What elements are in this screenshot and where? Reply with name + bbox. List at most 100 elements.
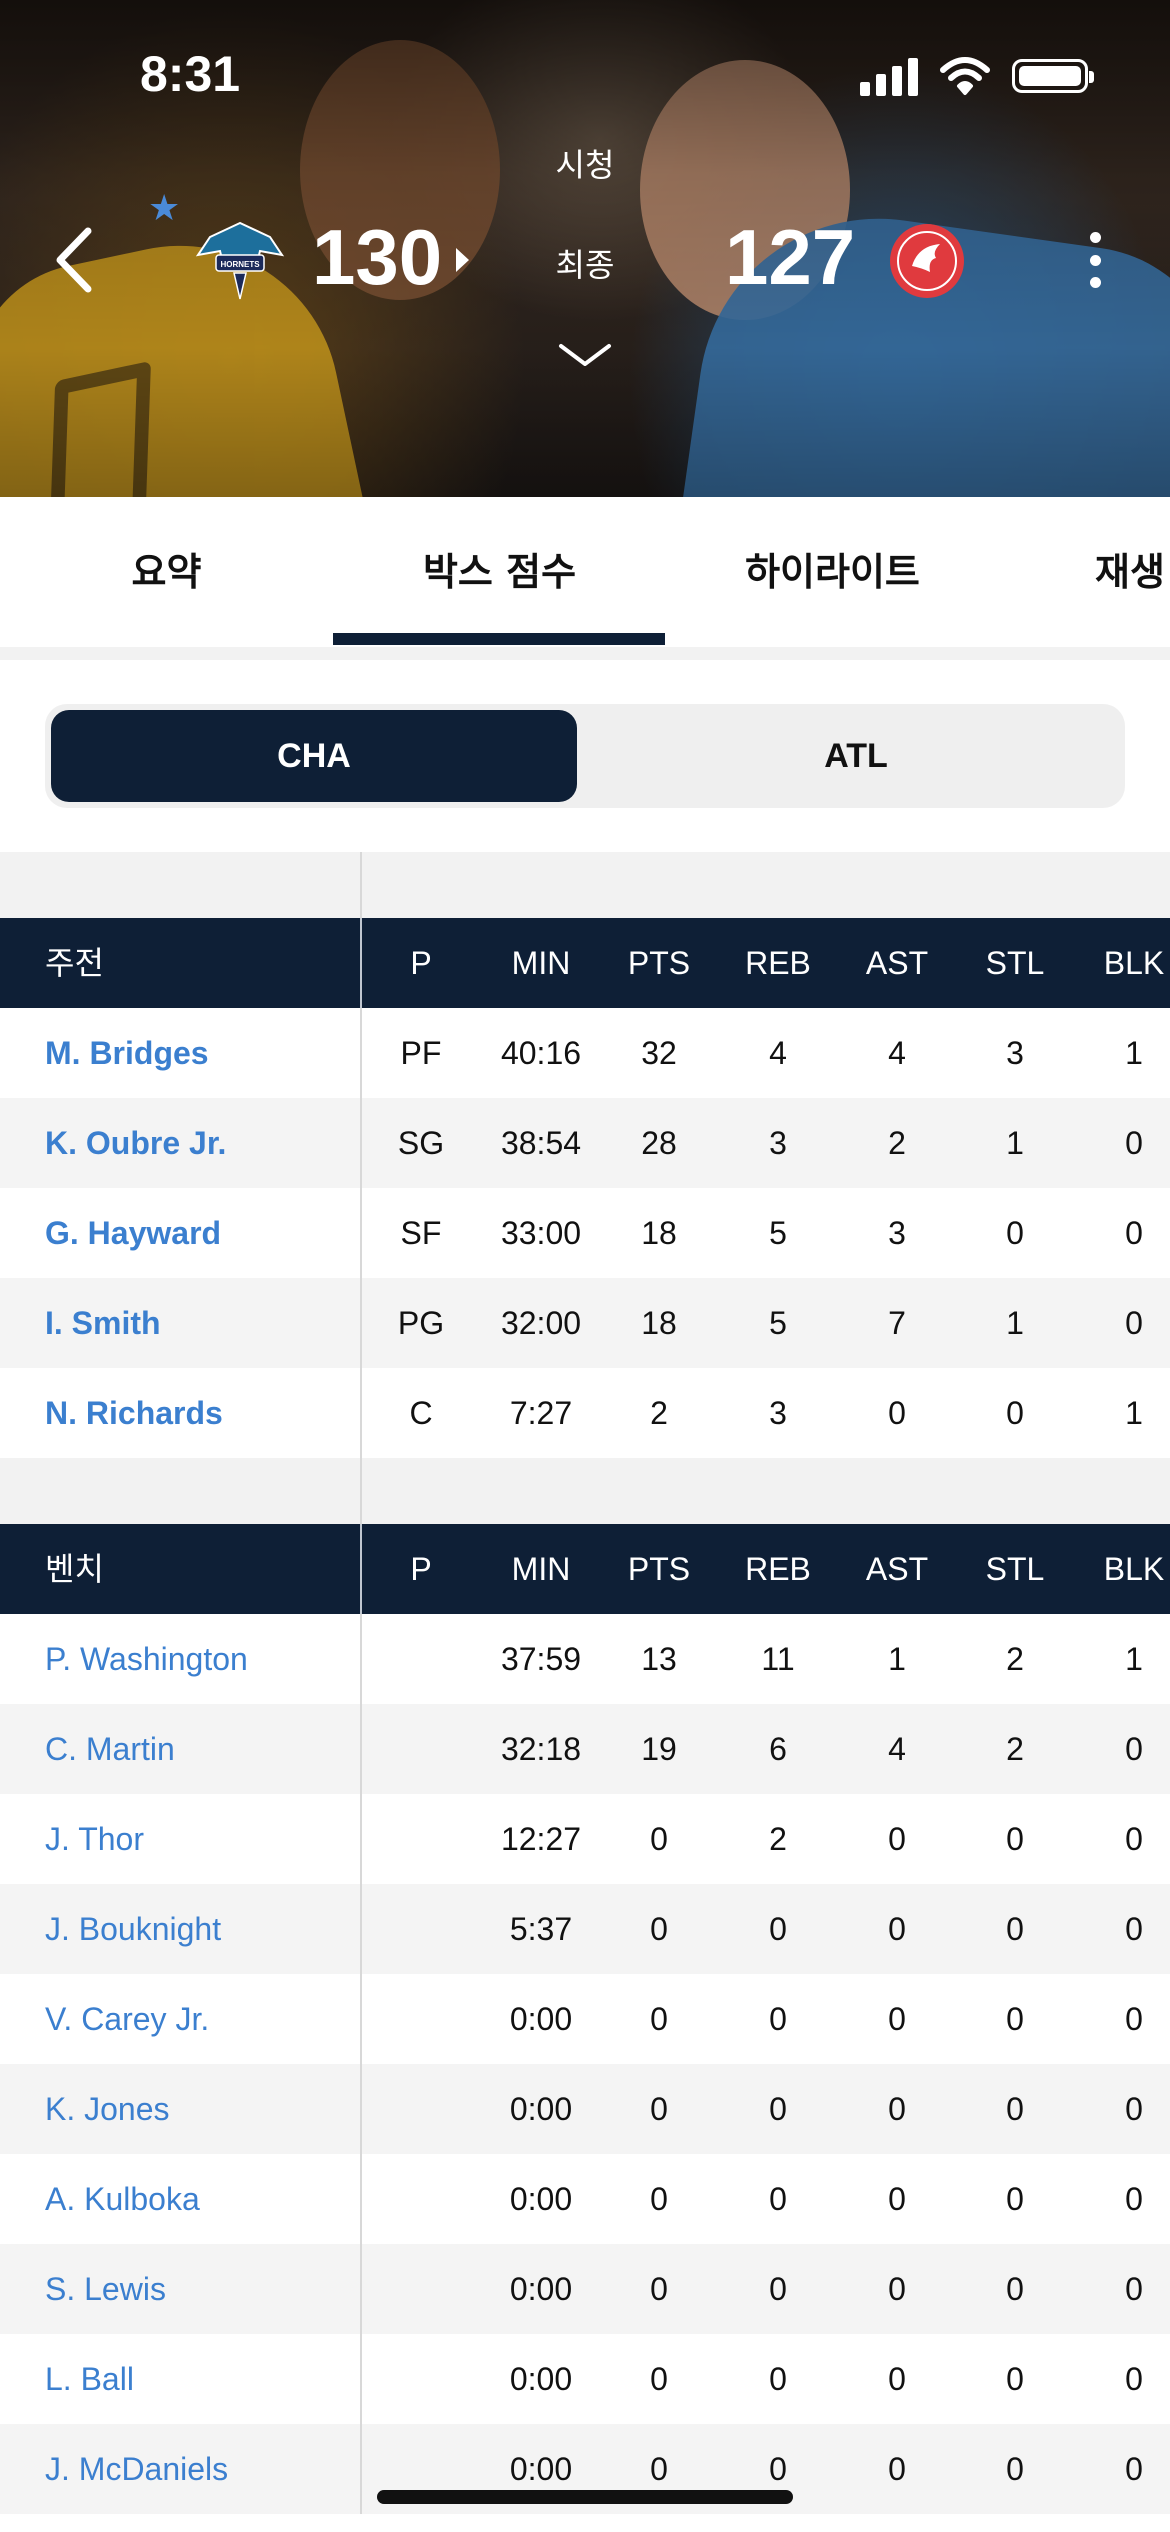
- stat-reb: 0: [769, 2361, 787, 2397]
- svg-text:HORNETS: HORNETS: [220, 260, 260, 269]
- stat-p: [361, 1704, 481, 1794]
- player-name-link[interactable]: J. Bouknight: [45, 1884, 355, 1974]
- player-name-link[interactable]: A. Kulboka: [45, 2154, 355, 2244]
- section-spacer: [0, 1458, 1170, 1524]
- stat-stl: 0: [1006, 1395, 1024, 1431]
- column-header-ast[interactable]: AST: [837, 1524, 957, 1614]
- stat-reb: 5: [769, 1305, 787, 1341]
- column-header-stl[interactable]: STL: [955, 918, 1075, 1008]
- stat-pts: 32: [641, 1035, 677, 1071]
- player-name-link[interactable]: S. Lewis: [45, 2244, 355, 2334]
- player-name-link[interactable]: M. Bridges: [45, 1008, 355, 1098]
- player-name-link[interactable]: I. Smith: [45, 1278, 355, 1368]
- more-options-icon[interactable]: [1080, 232, 1110, 288]
- section-spacer: [0, 852, 1170, 918]
- stat-blk: 0: [1125, 1125, 1143, 1161]
- stat-stl: 0: [1006, 1215, 1024, 1251]
- player-row: J. Thor 12:27 0 2 0 0 0: [0, 1794, 1170, 1884]
- stat-reb: 3: [769, 1395, 787, 1431]
- stat-stl: 3: [1006, 1035, 1024, 1071]
- tab-box-score[interactable]: 박스 점수: [333, 497, 666, 647]
- player-name-link[interactable]: P. Washington: [45, 1614, 355, 1704]
- stat-blk: 0: [1125, 1215, 1143, 1251]
- team-option-atl[interactable]: ATL: [593, 710, 1119, 802]
- tab-highlights[interactable]: 하이라이트: [666, 497, 999, 647]
- stat-p: C: [409, 1395, 433, 1431]
- stat-blk: 0: [1125, 1305, 1143, 1341]
- player-name-link[interactable]: K. Jones: [45, 2064, 355, 2154]
- stat-blk: 0: [1125, 2361, 1143, 2397]
- stat-blk: 0: [1125, 2001, 1143, 2037]
- player-name-link[interactable]: G. Hayward: [45, 1188, 355, 1278]
- stat-ast: 0: [888, 2001, 906, 2037]
- chevron-down-icon[interactable]: [557, 340, 613, 370]
- stat-min: 0:00: [509, 2181, 573, 2217]
- team-toggle: CHA ATL: [45, 704, 1125, 808]
- hornets-logo[interactable]: HORNETS: [190, 215, 290, 305]
- column-header-pts[interactable]: PTS: [599, 1524, 719, 1614]
- home-score: 130: [312, 213, 443, 301]
- column-header-min[interactable]: MIN: [481, 918, 601, 1008]
- player-name-link[interactable]: V. Carey Jr.: [45, 1974, 355, 2064]
- column-header-blk[interactable]: BLK: [1074, 918, 1170, 1008]
- stat-reb: 0: [769, 2271, 787, 2307]
- player-row: G. Hayward SF 33:00 18 5 3 0 0: [0, 1188, 1170, 1278]
- stat-reb: 4: [769, 1035, 787, 1071]
- stat-blk: 0: [1125, 2091, 1143, 2127]
- stat-reb: 0: [769, 2091, 787, 2127]
- stat-p: [361, 2334, 481, 2424]
- stat-min: 0:00: [509, 2001, 573, 2037]
- player-name-link[interactable]: J. Thor: [45, 1794, 355, 1884]
- favorite-star-icon[interactable]: ★: [148, 188, 180, 229]
- column-header-p[interactable]: P: [361, 1524, 481, 1614]
- starters-header-label: 주전: [45, 944, 104, 982]
- stat-ast: 4: [888, 1035, 906, 1071]
- column-header-blk[interactable]: BLK: [1074, 1524, 1170, 1614]
- stat-reb: 3: [769, 1125, 787, 1161]
- column-header-p[interactable]: P: [361, 918, 481, 1008]
- stat-stl: 1: [1006, 1305, 1024, 1341]
- team-toggle-section: CHA ATL: [0, 660, 1170, 852]
- stat-stl: 0: [1006, 2181, 1024, 2217]
- stat-pts: 0: [650, 1821, 668, 1857]
- tab-summary[interactable]: 요약: [0, 497, 333, 647]
- stat-min: 37:59: [500, 1641, 582, 1677]
- player-row: C. Martin 32:18 19 6 4 2 0: [0, 1704, 1170, 1794]
- stat-min: 33:00: [500, 1215, 582, 1251]
- stat-stl: 1: [1006, 1125, 1024, 1161]
- column-header-reb[interactable]: REB: [718, 1524, 838, 1614]
- hawks-logo[interactable]: [888, 222, 966, 300]
- wifi-icon: [940, 57, 990, 95]
- stat-blk: 0: [1125, 1731, 1143, 1767]
- watch-link[interactable]: 시청: [535, 140, 635, 186]
- player-row: I. Smith PG 32:00 18 5 7 1 0: [0, 1278, 1170, 1368]
- player-name-link[interactable]: C. Martin: [45, 1704, 355, 1794]
- player-name-link[interactable]: N. Richards: [45, 1368, 355, 1458]
- away-score: 127: [725, 213, 856, 301]
- stat-min: 0:00: [509, 2361, 573, 2397]
- player-row: A. Kulboka 0:00 0 0 0 0 0: [0, 2154, 1170, 2244]
- bench-header-row: 벤치 P MIN PTS REB AST STL BLK: [0, 1524, 1170, 1614]
- status-icons: [860, 56, 1094, 96]
- column-header-reb[interactable]: REB: [718, 918, 838, 1008]
- stat-blk: 1: [1125, 1395, 1143, 1431]
- stat-min: 38:54: [500, 1125, 582, 1161]
- player-name-link[interactable]: J. McDaniels: [45, 2424, 355, 2514]
- back-icon[interactable]: [50, 225, 100, 295]
- column-header-min[interactable]: MIN: [481, 1524, 601, 1614]
- box-score-table: 주전 P MIN PTS REB AST STL BLK M. Bridges PF 40:16 32…: [0, 852, 1170, 2532]
- stat-p: [361, 1614, 481, 1704]
- column-header-ast[interactable]: AST: [837, 918, 957, 1008]
- stat-stl: 0: [1006, 2451, 1024, 2487]
- stat-stl: 0: [1006, 2361, 1024, 2397]
- stat-min: 12:27: [500, 1821, 582, 1857]
- team-option-cha[interactable]: CHA: [51, 710, 577, 802]
- stat-pts: 0: [650, 1911, 668, 1947]
- player-name-link[interactable]: L. Ball: [45, 2334, 355, 2424]
- stat-min: 0:00: [509, 2271, 573, 2307]
- column-header-stl[interactable]: STL: [955, 1524, 1075, 1614]
- player-name-link[interactable]: K. Oubre Jr.: [45, 1098, 355, 1188]
- tab-replay[interactable]: 재생: [1095, 497, 1165, 647]
- stat-pts: 0: [650, 2361, 668, 2397]
- column-header-pts[interactable]: PTS: [599, 918, 719, 1008]
